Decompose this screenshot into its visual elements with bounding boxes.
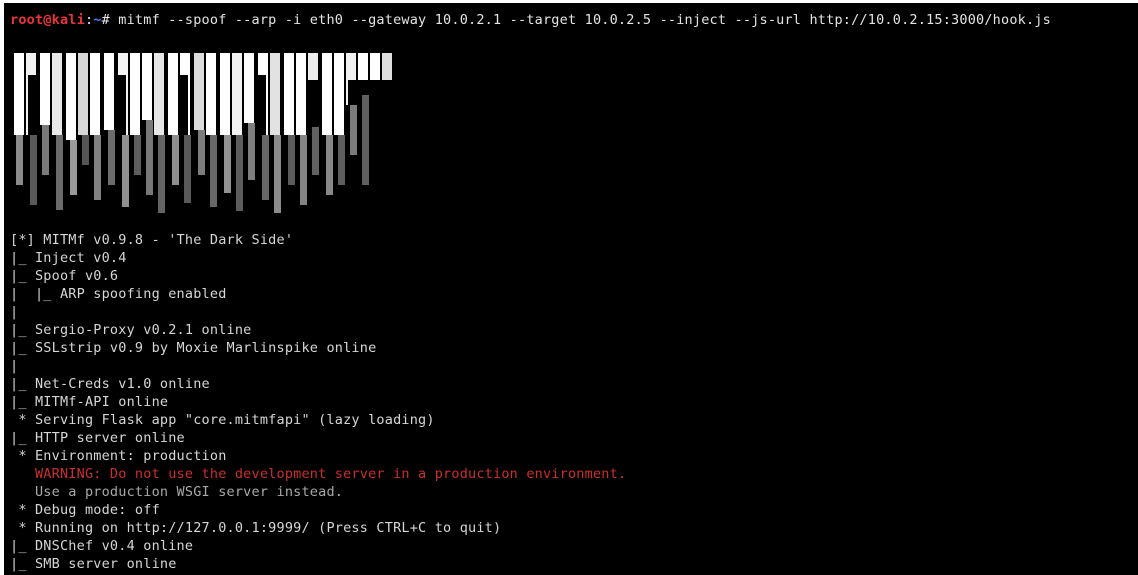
prompt-user-host: root@kali — [10, 12, 85, 28]
prompt-path: ~ — [93, 12, 102, 28]
output-line: |_ SSLstrip v0.9 by Moxie Marlinspike on… — [10, 340, 377, 356]
output-line: |_ Sergio-Proxy v0.2.1 online — [10, 322, 252, 338]
output-line: | — [10, 304, 19, 320]
command-text[interactable]: mitmf --spoof --arp -i eth0 --gateway 10… — [118, 12, 1051, 28]
output-line: |_ MITMf-API online — [10, 394, 169, 410]
output-line: WARNING: Do not use the development serv… — [10, 466, 627, 482]
output-line: * Environment: production — [10, 448, 227, 464]
output-line: * Running on http://127.0.0.1:9999/ (Pre… — [10, 520, 502, 536]
terminal-window[interactable]: root@kali:~# mitmf --spoof --arp -i eth0… — [4, 3, 1138, 575]
prompt-symbol: # — [101, 12, 119, 28]
command-prompt-line[interactable]: root@kali:~# mitmf --spoof --arp -i eth0… — [10, 11, 1051, 29]
output-line: |_ Spoof v0.6 — [10, 268, 119, 284]
output-line: [*] MITMf v0.9.8 - 'The Dark Side' — [10, 232, 294, 248]
output-line: |_ SMB server online — [10, 556, 177, 572]
output-line: |_ Net-Creds v1.0 online — [10, 376, 210, 392]
output-line: Use a production WSGI server instead. — [10, 484, 344, 500]
output-line: * Debug mode: off — [10, 502, 160, 518]
output-line: * Serving Flask app "core.mitmfapi" (laz… — [10, 412, 435, 428]
mitmf-ascii-banner — [14, 53, 393, 213]
output-line: | |_ ARP spoofing enabled — [10, 286, 227, 302]
output-line: |_ HTTP server online — [10, 430, 185, 446]
output-line: |_ DNSChef v0.4 online — [10, 538, 194, 554]
output-line: |_ Inject v0.4 — [10, 250, 127, 266]
output-line: | — [10, 358, 19, 374]
